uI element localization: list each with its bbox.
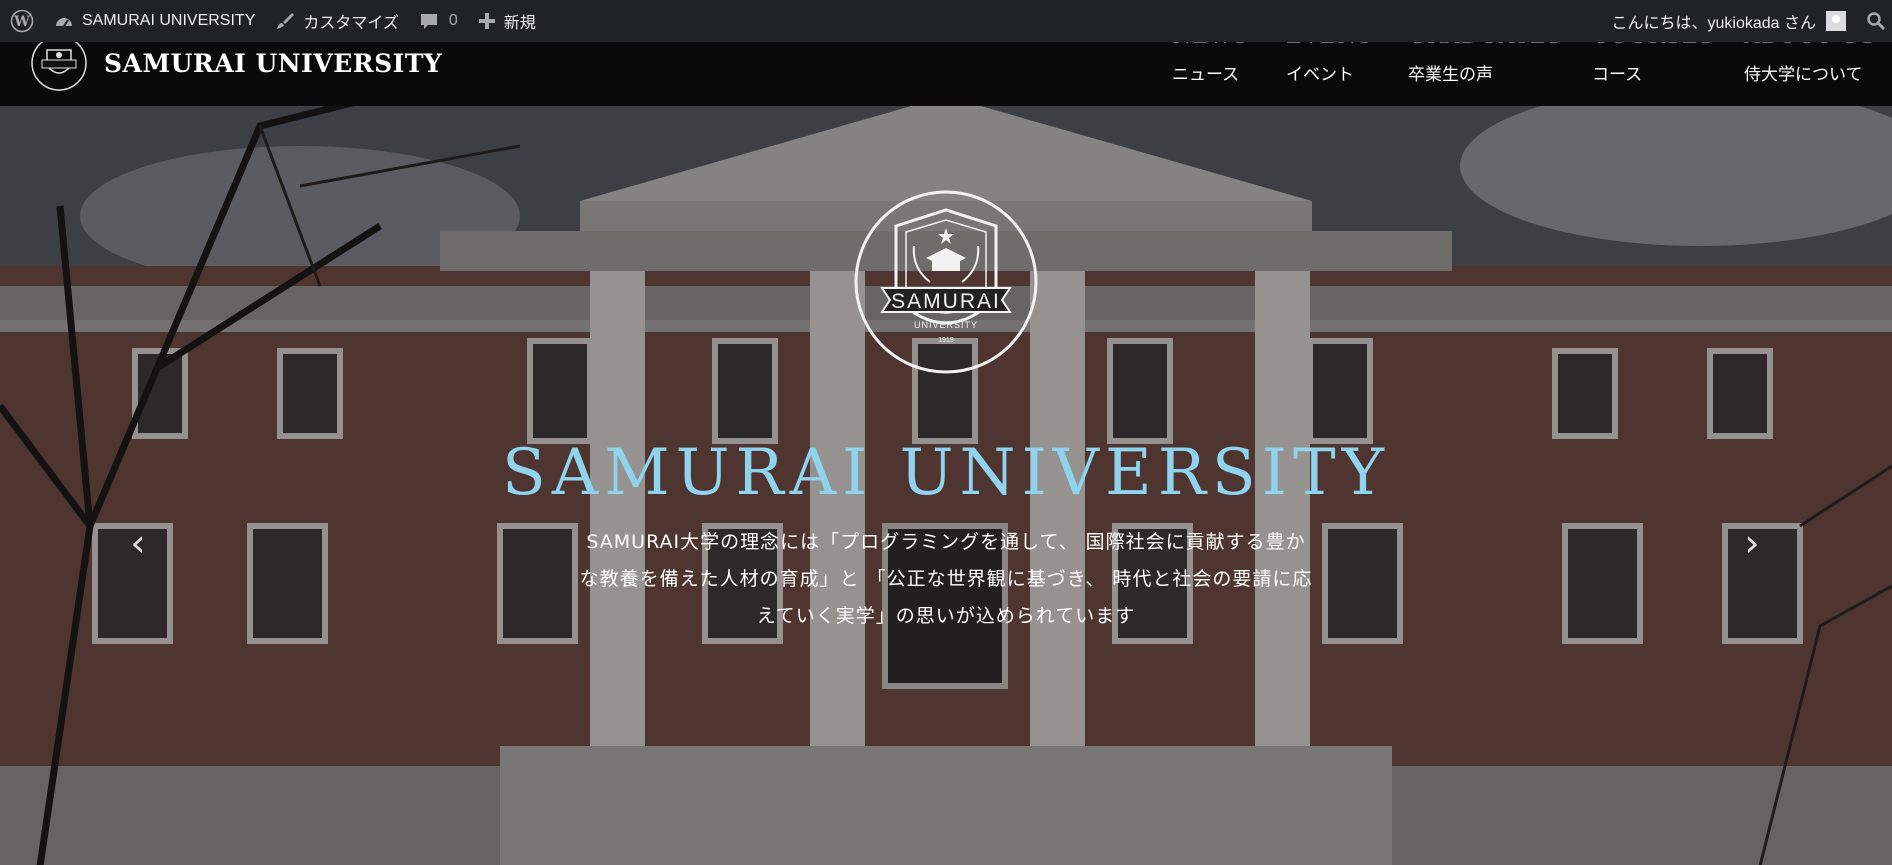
- site-header: SAMURAI UNIVERSITY NEWS ニュース EVENT イベント …: [0, 24, 1892, 106]
- avatar: [1826, 11, 1846, 31]
- emblem-name: SAMURAI: [891, 290, 1001, 313]
- comment-icon: [419, 11, 439, 31]
- my-account-menu[interactable]: こんにちは、yukiokada さん: [1602, 0, 1857, 42]
- paintbrush-icon: [275, 11, 295, 31]
- admin-site-name[interactable]: SAMURAI UNIVERSITY: [44, 0, 265, 42]
- hero-description-line: SAMURAI大学の理念には「プログラミングを通して、 国際社会に貢献する豊か: [586, 531, 1306, 553]
- customize-label: カスタマイズ: [303, 15, 399, 32]
- new-label: 新規: [503, 15, 536, 32]
- nav-item-ja-label: イベント: [1286, 65, 1354, 85]
- greeting-text: こんにちは、yukiokada さん: [1611, 15, 1817, 32]
- customize-link[interactable]: カスタマイズ: [265, 0, 409, 42]
- nav-item-ja-label: 卒業生の声: [1408, 65, 1493, 85]
- hero-description-line: な教養を備えた人材の育成」と 「公正な世界観に基づき、 時代と社会の要請に応: [579, 568, 1313, 590]
- nav-item-ja-label: コース: [1592, 65, 1643, 85]
- university-emblem: SAMURAI UNIVERSITY 1919: [854, 190, 1038, 374]
- chevron-left-icon: ‹: [130, 521, 146, 565]
- emblem-sub: UNIVERSITY: [914, 320, 978, 330]
- hero-description: SAMURAI大学の理念には「プログラミングを通して、 国際社会に貢献する豊か …: [520, 524, 1372, 635]
- wordpress-icon: W: [10, 9, 34, 33]
- main-nav: NEWS ニュース EVENT イベント GRADUATES 卒業生の声 COU…: [0, 24, 1892, 106]
- slider-prev-button[interactable]: ‹: [118, 518, 158, 568]
- admin-site-name-label: SAMURAI UNIVERSITY: [82, 12, 256, 29]
- dashboard-icon: [54, 12, 74, 30]
- plus-icon: [478, 12, 496, 30]
- svg-text:W: W: [13, 14, 30, 30]
- search-icon: [1866, 11, 1886, 31]
- nav-item-ja-label: 侍大学について: [1744, 65, 1863, 85]
- hero-title: SAMURAI UNIVERSITY: [502, 436, 1390, 510]
- new-content-menu[interactable]: 新規: [468, 0, 546, 42]
- comments-count: 0: [448, 12, 458, 29]
- hero-description-line: えていく実学」の思いが込められています: [756, 605, 1136, 627]
- admin-search[interactable]: [1856, 0, 1892, 42]
- admin-bar: W SAMURAI UNIVERSITY カスタマイズ 0 新規 こんにちは、y…: [0, 0, 1892, 42]
- slider-next-button[interactable]: ›: [1732, 518, 1772, 568]
- wp-logo-menu[interactable]: W: [0, 0, 44, 42]
- hero-slider: SAMURAI UNIVERSITY 1919 SAMURAI UNIVERSI…: [0, 106, 1892, 865]
- comments-link[interactable]: 0: [409, 0, 468, 42]
- chevron-right-icon: ›: [1744, 521, 1760, 565]
- emblem-year: 1919: [938, 337, 954, 344]
- nav-item-ja-label: ニュース: [1172, 65, 1240, 85]
